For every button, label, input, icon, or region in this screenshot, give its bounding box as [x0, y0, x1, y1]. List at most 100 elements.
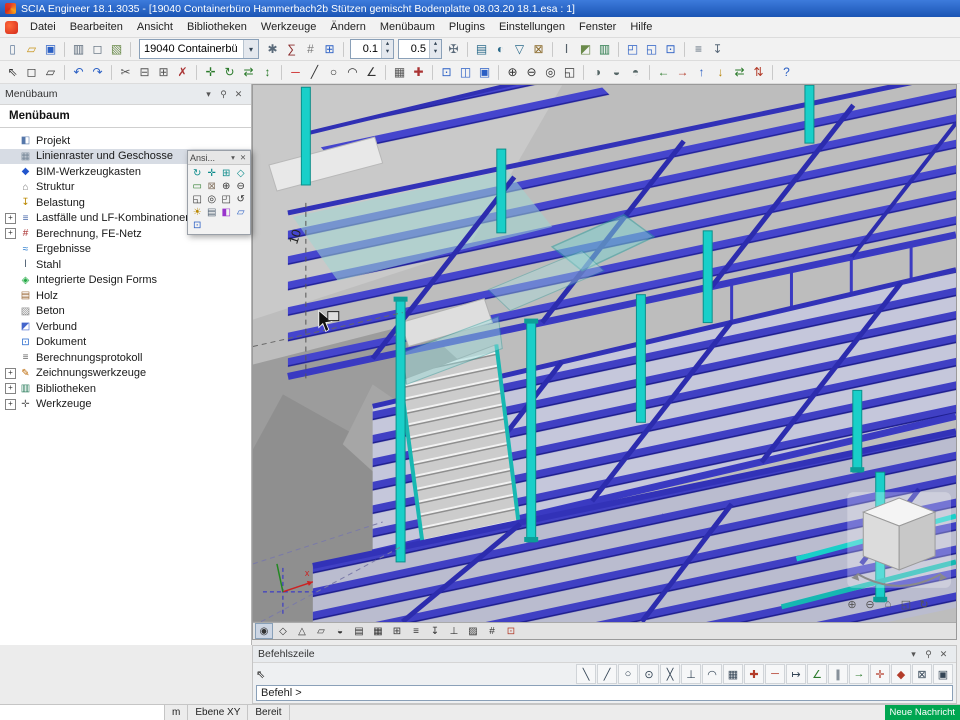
snap-extension-icon[interactable]: → [849, 664, 869, 684]
view-settings-icon[interactable]: ⊡ [502, 623, 520, 639]
close-icon[interactable]: ✕ [231, 89, 246, 100]
snap-center-icon[interactable]: ⊙ [639, 664, 659, 684]
new-message-badge[interactable]: Neue Nachricht [885, 705, 960, 720]
zoom-out-icon[interactable]: ⊖ [235, 181, 248, 192]
view-layout-icon[interactable]: ◱ [642, 40, 661, 59]
separator[interactable] [64, 42, 65, 57]
clipboard-view-icon[interactable]: ⊡ [191, 220, 204, 231]
select-polygon-icon[interactable]: ▱ [41, 63, 60, 82]
model-viewport[interactable]: 10 x [252, 84, 957, 640]
menu-bibliotheken[interactable]: Bibliotheken [180, 19, 254, 35]
separator[interactable] [583, 65, 584, 80]
zoom-out-icon[interactable]: ⊖ [522, 63, 541, 82]
member-end-icon[interactable]: → [673, 63, 692, 82]
wireframe-mode-icon[interactable]: ◓ [626, 63, 645, 82]
status-unit[interactable]: m [165, 705, 188, 720]
scia-menu-icon[interactable] [5, 21, 18, 34]
cross-sections-icon[interactable]: Ⅰ [557, 40, 576, 59]
home-view-icon[interactable]: ⌂ [881, 597, 895, 611]
view-top-icon[interactable]: △ [293, 623, 311, 639]
snap-parallel-icon[interactable]: ∥ [828, 664, 848, 684]
window-new-icon[interactable]: ⊡ [437, 63, 456, 82]
move-icon[interactable]: ✛ [201, 63, 220, 82]
project-settings-icon[interactable]: ✱ [263, 40, 282, 59]
load-display-icon[interactable]: ↧ [426, 623, 444, 639]
draw-angle-icon[interactable]: ∠ [362, 63, 381, 82]
new-project-icon[interactable]: ▯ [3, 40, 22, 59]
expand-icon[interactable] [5, 368, 16, 379]
picture-gallery-icon[interactable]: ▧ [107, 40, 126, 59]
expand-icon[interactable] [5, 228, 16, 239]
light-icon[interactable]: ☀ [191, 207, 204, 218]
chevron-down-icon[interactable]: ▾ [906, 649, 921, 660]
layers-icon[interactable]: ▤ [472, 40, 491, 59]
window-settings-icon[interactable]: ▱ [235, 207, 248, 218]
mirror-icon[interactable]: ⇄ [239, 63, 258, 82]
shaded-mode-icon[interactable]: ◒ [607, 63, 626, 82]
grid-toggle-icon[interactable]: ⊞ [388, 623, 406, 639]
print-view-icon[interactable]: ▤ [206, 207, 219, 218]
member-up-icon[interactable]: ↑ [692, 63, 711, 82]
separator[interactable] [432, 65, 433, 80]
pin-icon[interactable]: ⚲ [216, 89, 231, 100]
zoom-all-icon[interactable]: ◎ [541, 63, 560, 82]
pan-view-icon[interactable]: ✛ [206, 168, 219, 179]
numbering-icon[interactable]: # [483, 623, 501, 639]
sidebar-item-stahl[interactable]: Ⅰ Stahl [0, 257, 251, 273]
expand-icon[interactable] [5, 399, 16, 410]
zoom-in-icon[interactable]: ⊕ [220, 181, 233, 192]
select-rectangle-icon[interactable]: ◻ [22, 63, 41, 82]
tab-menuebaum[interactable]: Menübaum [0, 105, 251, 128]
view-direction-icon[interactable]: ◇ [235, 168, 248, 179]
lock-view-icon[interactable]: ⊠ [206, 181, 219, 192]
separator[interactable] [64, 65, 65, 80]
sidebar-item-verbund[interactable]: ◩ Verbund [0, 319, 251, 335]
wireframe-view-icon[interactable]: ▭ [191, 181, 204, 192]
snap-orthogonal-icon[interactable]: ⊥ [681, 664, 701, 684]
copy-icon[interactable]: ⊟ [135, 63, 154, 82]
cursor-step-spinner[interactable]: 0.5 ▴▾ [398, 39, 442, 59]
delete-icon[interactable]: ✗ [173, 63, 192, 82]
print-icon[interactable]: ▥ [69, 40, 88, 59]
stretch-icon[interactable]: ↕ [258, 63, 277, 82]
zoom-in-icon[interactable]: ⊕ [845, 597, 859, 611]
rotate-icon[interactable]: ↻ [220, 63, 239, 82]
window-cascade-icon[interactable]: ▣ [475, 63, 494, 82]
zoom-in-icon[interactable]: ⊕ [503, 63, 522, 82]
pointer-select-icon[interactable]: ⇖ [3, 63, 22, 82]
palette-header[interactable]: Ansi... ▾ ✕ [188, 151, 250, 165]
draw-line-icon[interactable]: ─ [286, 63, 305, 82]
command-input[interactable] [256, 685, 953, 701]
snap-circle-icon[interactable]: ○ [618, 664, 638, 684]
separator[interactable] [467, 42, 468, 57]
grid-icon[interactable]: ▦ [390, 63, 409, 82]
window-tile-icon[interactable]: ◫ [456, 63, 475, 82]
separator[interactable] [684, 42, 685, 57]
materials-icon[interactable]: ◩ [576, 40, 595, 59]
activity-icon[interactable]: ◐ [491, 40, 510, 59]
grid-step-spinner[interactable]: 0.1 ▴▾ [350, 39, 394, 59]
menu-bearbeiten[interactable]: Bearbeiten [63, 19, 130, 35]
model-display-icon[interactable]: ▨ [464, 623, 482, 639]
help-icon[interactable]: ? [777, 63, 796, 82]
menu-fenster[interactable]: Fenster [572, 19, 623, 35]
sidebar-item-zeichnungswerkzeuge[interactable]: ✎ Zeichnungswerkzeuge [0, 366, 251, 382]
document-icon[interactable]: ≡ [689, 40, 708, 59]
zoom-window-icon[interactable]: ◱ [191, 194, 204, 205]
solver-icon[interactable]: ⊞ [320, 40, 339, 59]
separator[interactable] [649, 65, 650, 80]
menu-plugins[interactable]: Plugins [442, 19, 492, 35]
draw-polyline-icon[interactable]: ╱ [305, 63, 324, 82]
volume-display-icon[interactable]: ▦ [369, 623, 387, 639]
zoom-window-icon[interactable]: ◱ [560, 63, 579, 82]
menu-ansicht[interactable]: Ansicht [130, 19, 180, 35]
close-icon[interactable]: ✕ [936, 649, 951, 660]
draw-circle-icon[interactable]: ○ [324, 63, 343, 82]
snap-step-icon[interactable]: ✠ [444, 40, 463, 59]
separator[interactable] [281, 65, 282, 80]
chevron-down-icon[interactable]: ▾ [243, 40, 258, 58]
export-icon[interactable]: ↧ [708, 40, 727, 59]
sidebar-item-dokument[interactable]: ⊡ Dokument [0, 335, 251, 351]
sidebar-item-bibliotheken[interactable]: ▥ Bibliotheken [0, 381, 251, 397]
rotate-view-icon[interactable]: ↻ [917, 597, 931, 611]
